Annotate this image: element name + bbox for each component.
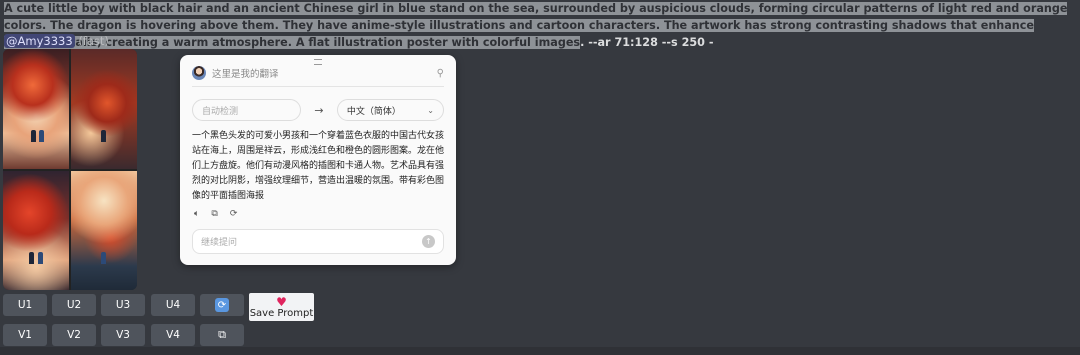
copy-icon[interactable]: ⧉ <box>211 209 217 219</box>
figure-boy <box>31 130 36 143</box>
source-language-select[interactable]: 自动检测 <box>192 99 302 121</box>
target-language-label: 中文（简体） <box>346 106 401 117</box>
grid-image-1[interactable] <box>3 49 69 169</box>
variation-4-button[interactable]: V4 <box>151 324 195 346</box>
reroll-button[interactable]: ⟳ <box>200 294 244 316</box>
variation-1-button[interactable]: V1 <box>3 324 47 346</box>
refresh-icon: ⟳ <box>215 298 229 312</box>
chevron-down-icon: ⌄ <box>427 105 434 115</box>
external-link-icon: ⧉ <box>218 328 226 341</box>
speaker-icon[interactable]: 🔈︎ <box>194 209 199 219</box>
translation-panel: 这里是我的翻译 ⚲ 自动检测 → 中文（简体） ⌄ 一个黑色头发的可爱小男孩和一… <box>180 55 456 265</box>
divider <box>192 86 444 87</box>
figure-girl <box>101 251 106 264</box>
translation-actions: 🔈︎ ⧉ ⟳ <box>194 209 237 219</box>
upscale-1-button[interactable]: U1 <box>3 294 47 316</box>
figure-girl <box>38 251 43 264</box>
image-grid[interactable] <box>3 49 137 290</box>
grid-image-2[interactable] <box>71 49 137 169</box>
language-row: 自动检测 → 中文（简体） ⌄ <box>192 99 444 121</box>
upscale-4-button[interactable]: U4 <box>151 294 195 316</box>
figure-boy <box>29 251 34 264</box>
heart-icon: ♥ <box>276 294 287 309</box>
arrow-right-icon[interactable]: → <box>301 104 337 117</box>
variation-3-button[interactable]: V3 <box>101 324 145 346</box>
pin-icon[interactable]: ⚲ <box>437 68 444 79</box>
figure-girl <box>39 130 44 143</box>
translation-text: 一个黑色头发的可爱小男孩和一个穿着蓝色衣服的中国古代女孩站在海上，周围是祥云，形… <box>192 131 445 201</box>
regenerate-icon[interactable]: ⟳ <box>230 209 238 219</box>
prompt-text: A cute little boy with black hair and an… <box>4 0 1076 51</box>
target-language-select[interactable]: 中文（简体） ⌄ <box>336 99 444 121</box>
grid-image-4[interactable] <box>71 170 137 290</box>
save-prompt-label: Save Prompt <box>249 307 314 319</box>
upscale-3-button[interactable]: U3 <box>101 294 145 316</box>
send-arrow-up-icon[interactable]: ↑ <box>422 235 435 248</box>
figure-boy <box>101 130 106 143</box>
grid-image-3[interactable] <box>3 170 69 290</box>
prompt-highlighted: A cute little boy with black hair and an… <box>4 2 1068 49</box>
variation-2-button[interactable]: V2 <box>52 324 96 346</box>
panel-title: 这里是我的翻译 <box>212 69 279 80</box>
prompt-params: . --ar 71:128 --s 250 - <box>580 36 714 49</box>
author-line: @Amy3333 (fast) <box>4 33 109 49</box>
upscale-2-button[interactable]: U2 <box>52 294 96 316</box>
followup-placeholder: 继续提问 <box>201 238 238 248</box>
open-external-button[interactable]: ⧉ <box>200 324 244 346</box>
save-prompt-button[interactable]: ♥ Save Prompt <box>249 293 314 321</box>
user-mention[interactable]: @Amy3333 <box>4 34 75 48</box>
speed-label: (fast) <box>78 34 109 48</box>
avatar-icon <box>192 66 206 80</box>
bottom-bar <box>0 347 1080 355</box>
panel-header: 这里是我的翻译 ⚲ <box>192 64 444 82</box>
followup-input[interactable]: 继续提问 ↑ <box>192 229 444 254</box>
